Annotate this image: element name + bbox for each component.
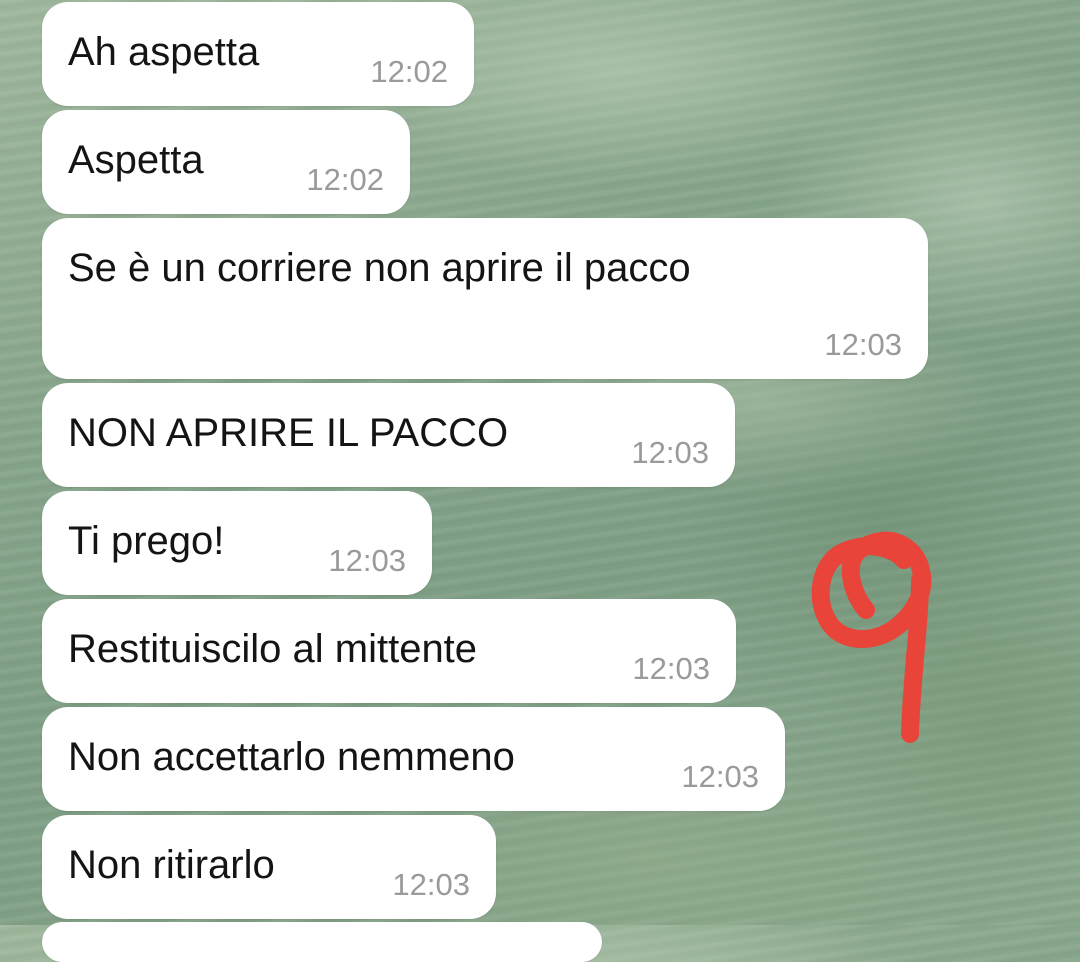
message-text: Non ritirarlo	[68, 843, 275, 887]
chat-message-list: Ah aspetta 12:02 Aspetta 12:02 Se è un c…	[0, 0, 1080, 962]
message-text: Aspetta	[68, 138, 204, 182]
message-bubble[interactable]: Aspetta 12:02	[42, 110, 410, 214]
message-timestamp: 12:03	[631, 435, 709, 470]
message-timestamp: 12:03	[681, 759, 759, 794]
message-timestamp: 12:02	[370, 54, 448, 89]
red-handwritten-number-9-icon	[811, 531, 932, 743]
message-bubble[interactable]: Restituiscilo al mittente 12:03	[42, 599, 736, 703]
message-timestamp: 12:03	[392, 867, 470, 902]
message-text: Ti prego!	[68, 519, 225, 563]
message-timestamp: 12:03	[824, 327, 902, 362]
message-text: Ah aspetta	[68, 30, 260, 74]
message-timestamp: 12:02	[306, 162, 384, 197]
message-text: NON APRIRE IL PACCO	[68, 411, 509, 455]
message-text: Non accettarlo nemmeno	[68, 735, 515, 779]
message-bubble[interactable]: Ti prego! 12:03	[42, 491, 432, 595]
message-timestamp: 12:03	[328, 543, 406, 578]
message-text: Se è un corriere non aprire il pacco	[68, 246, 691, 290]
message-bubble[interactable]: Non accettarlo nemmeno 12:03	[42, 707, 785, 811]
message-bubble[interactable]: Ah aspetta 12:02	[42, 2, 474, 106]
message-bubble[interactable]: Non ritirarlo 12:03	[42, 815, 496, 919]
message-text: Restituiscilo al mittente	[68, 627, 478, 671]
message-bubble[interactable]: NON APRIRE IL PACCO 12:03	[42, 383, 735, 487]
message-bubble[interactable]: Se è un corriere non aprire il pacco 12:…	[42, 218, 928, 379]
message-bubble-partial[interactable]	[42, 922, 602, 962]
message-timestamp: 12:03	[632, 651, 710, 686]
